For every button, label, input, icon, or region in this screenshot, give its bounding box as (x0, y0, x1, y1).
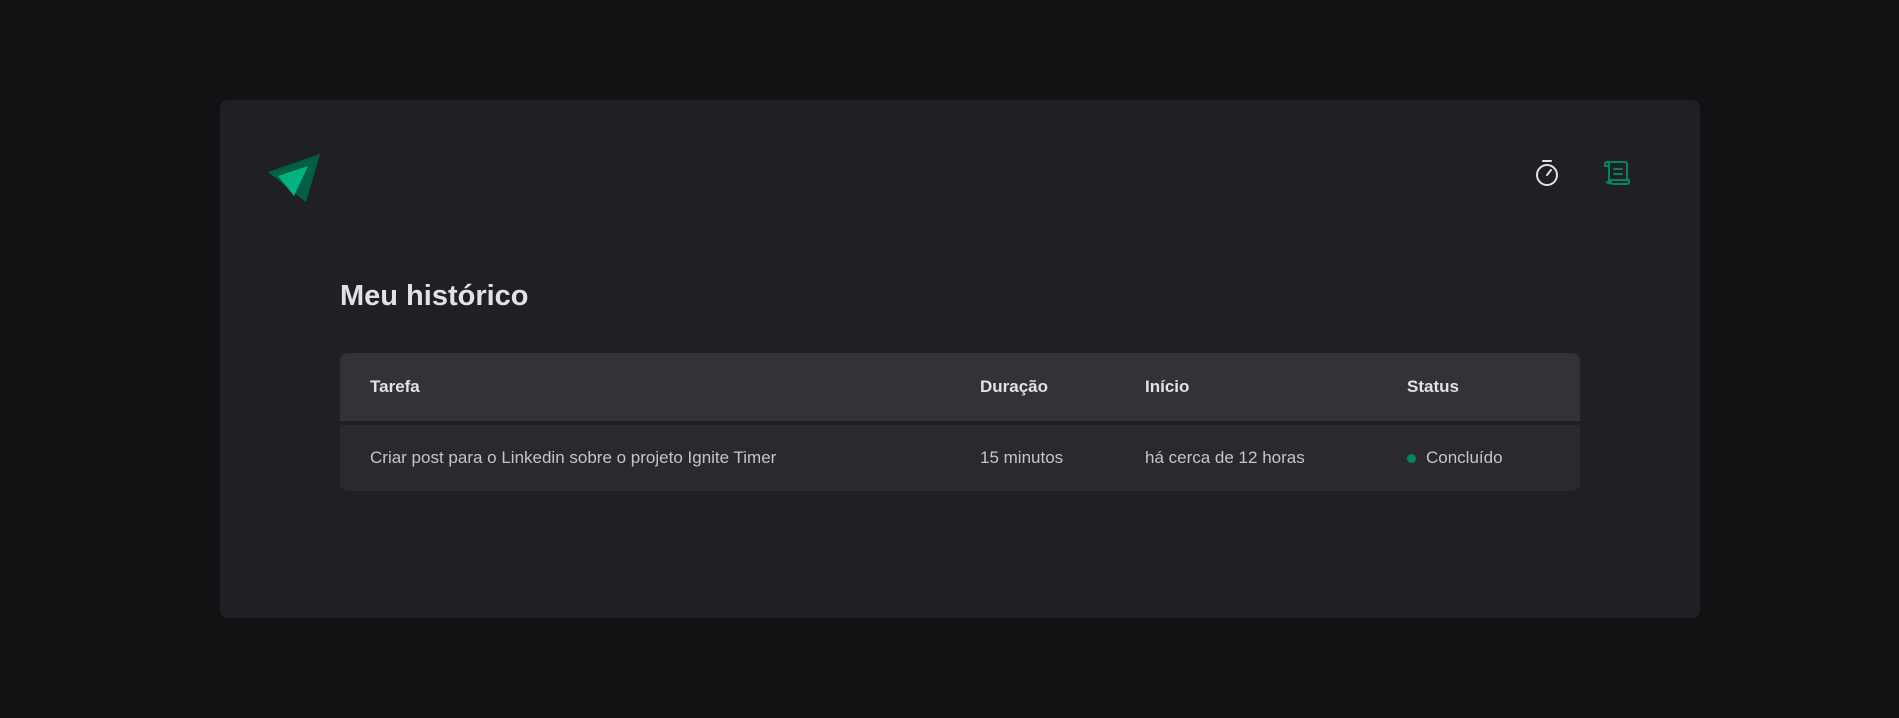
status-dot-icon (1407, 453, 1416, 463)
history-table: Tarefa Duração Início Status Criar post … (340, 353, 1580, 491)
column-header-start: Início (1115, 353, 1377, 423)
main-nav (1532, 159, 1632, 192)
nav-timer-link[interactable] (1532, 159, 1562, 192)
page-title: Meu histórico (340, 280, 529, 312)
cell-start: há cerca de 12 horas (1115, 421, 1377, 491)
table-header-row: Tarefa Duração Início Status (340, 353, 1580, 423)
ignite-logo-icon (268, 154, 322, 202)
cell-task: Criar post para o Linkedin sobre o proje… (340, 421, 950, 491)
table-row: Criar post para o Linkedin sobre o proje… (340, 421, 1580, 491)
column-header-status: Status (1377, 353, 1580, 423)
header (268, 148, 1652, 208)
timer-icon (1534, 159, 1560, 192)
scroll-icon (1603, 160, 1631, 191)
history-table-container: Tarefa Duração Início Status Criar post … (340, 353, 1580, 491)
nav-history-link[interactable] (1602, 160, 1632, 190)
cell-duration: 15 minutos (950, 421, 1115, 491)
column-header-task: Tarefa (340, 353, 950, 423)
app-container: Meu histórico Tarefa Duração Início Stat… (220, 100, 1700, 618)
status-label: Concluído (1426, 448, 1503, 468)
column-header-duration: Duração (950, 353, 1115, 423)
cell-status: Concluído (1377, 421, 1580, 491)
status-badge: Concluído (1407, 448, 1503, 468)
history-section: Meu histórico Tarefa Duração Início Stat… (340, 280, 1580, 491)
